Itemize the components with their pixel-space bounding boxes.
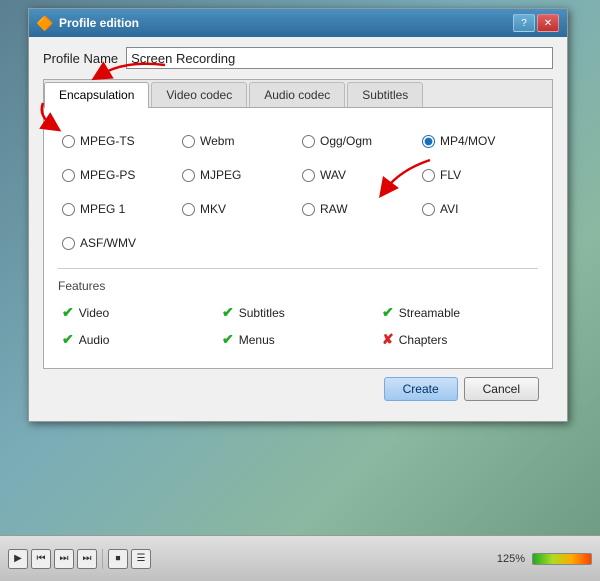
profile-name-input[interactable] [126,47,553,69]
option-mp4-mov[interactable]: MP4/MOV [418,124,538,158]
vlc-icon: 🔶 [37,15,53,31]
option-raw[interactable]: RAW [298,192,418,226]
option-ogg-ogm[interactable]: Ogg/Ogm [298,124,418,158]
profile-name-row: Profile Name [43,47,553,69]
next-button[interactable]: ⏭ [77,549,97,569]
title-bar-buttons: ? ✕ [513,14,559,32]
radio-webm[interactable] [182,135,195,148]
features-title: Features [58,279,538,293]
features-section: Features ✔ Video ✔ Subtitles ✔ [58,268,538,351]
tabs-container: Encapsulation Video codec Audio codec Su… [43,79,553,369]
menu-button[interactable]: ☰ [131,549,151,569]
option-mpeg-ps[interactable]: MPEG-PS [58,158,178,192]
window-title: Profile edition [59,16,139,30]
radio-mjpeg[interactable] [182,169,195,182]
separator [102,549,103,569]
radio-ogg-ogm[interactable] [302,135,315,148]
check-icon-menus: ✔ [222,331,234,348]
option-mkv[interactable]: MKV [178,192,298,226]
tab-video-codec[interactable]: Video codec [151,82,247,107]
tab-header: Encapsulation Video codec Audio codec Su… [44,80,552,108]
radio-flv[interactable] [422,169,435,182]
footer: Create Cancel [43,369,553,411]
cancel-button[interactable]: Cancel [464,377,539,401]
radio-raw[interactable] [302,203,315,216]
radio-mp4-mov[interactable] [422,135,435,148]
check-icon-streamable: ✔ [382,304,394,321]
feature-streamable: ✔ Streamable [378,301,538,324]
create-button[interactable]: Create [384,377,458,401]
feature-chapters: ✘ Chapters [378,328,538,351]
radio-avi[interactable] [422,203,435,216]
encapsulation-options: MPEG-TS Webm Ogg/Ogm MP4/MOV [58,124,538,260]
stop-button[interactable]: ⏹ [108,549,128,569]
option-flv[interactable]: FLV [418,158,538,192]
option-asfwmv[interactable]: ASF/WMV [58,226,178,260]
volume-label: 125% [497,553,525,565]
feature-menus: ✔ Menus [218,328,378,351]
option-mjpeg[interactable]: MJPEG [178,158,298,192]
tab-audio-codec[interactable]: Audio codec [249,82,345,107]
volume-bar[interactable] [532,553,592,565]
media-bar: ▶ ⏮ ⏭ ⏭ ⏹ ☰ 125% [0,535,600,581]
check-icon-video: ✔ [62,304,74,321]
title-bar: 🔶 Profile edition ? ✕ [29,9,567,37]
radio-mpeg-ps[interactable] [62,169,75,182]
feature-audio: ✔ Audio [58,328,218,351]
radio-mkv[interactable] [182,203,195,216]
radio-mpeg-ts[interactable] [62,135,75,148]
option-mpeg-ts[interactable]: MPEG-TS [58,124,178,158]
play-button[interactable]: ▶ [8,549,28,569]
close-button[interactable]: ✕ [537,14,559,32]
cross-icon-chapters: ✘ [382,331,394,348]
tab-content-encapsulation: MPEG-TS Webm Ogg/Ogm MP4/MOV [44,108,552,368]
check-icon-audio: ✔ [62,331,74,348]
feature-video: ✔ Video [58,301,218,324]
check-icon-subtitles: ✔ [222,304,234,321]
tab-subtitles[interactable]: Subtitles [347,82,423,107]
tab-encapsulation[interactable]: Encapsulation [44,82,149,108]
radio-asfwmv[interactable] [62,237,75,250]
radio-mpeg1[interactable] [62,203,75,216]
prev-button[interactable]: ⏮ [31,549,51,569]
option-mpeg1[interactable]: MPEG 1 [58,192,178,226]
option-wav[interactable]: WAV [298,158,418,192]
option-avi[interactable]: AVI [418,192,538,226]
profile-name-label: Profile Name [43,51,118,66]
radio-wav[interactable] [302,169,315,182]
help-button[interactable]: ? [513,14,535,32]
feature-subtitles: ✔ Subtitles [218,301,378,324]
option-webm[interactable]: Webm [178,124,298,158]
prev-frame-button[interactable]: ⏭ [54,549,74,569]
features-grid: ✔ Video ✔ Subtitles ✔ Streamable [58,301,538,351]
